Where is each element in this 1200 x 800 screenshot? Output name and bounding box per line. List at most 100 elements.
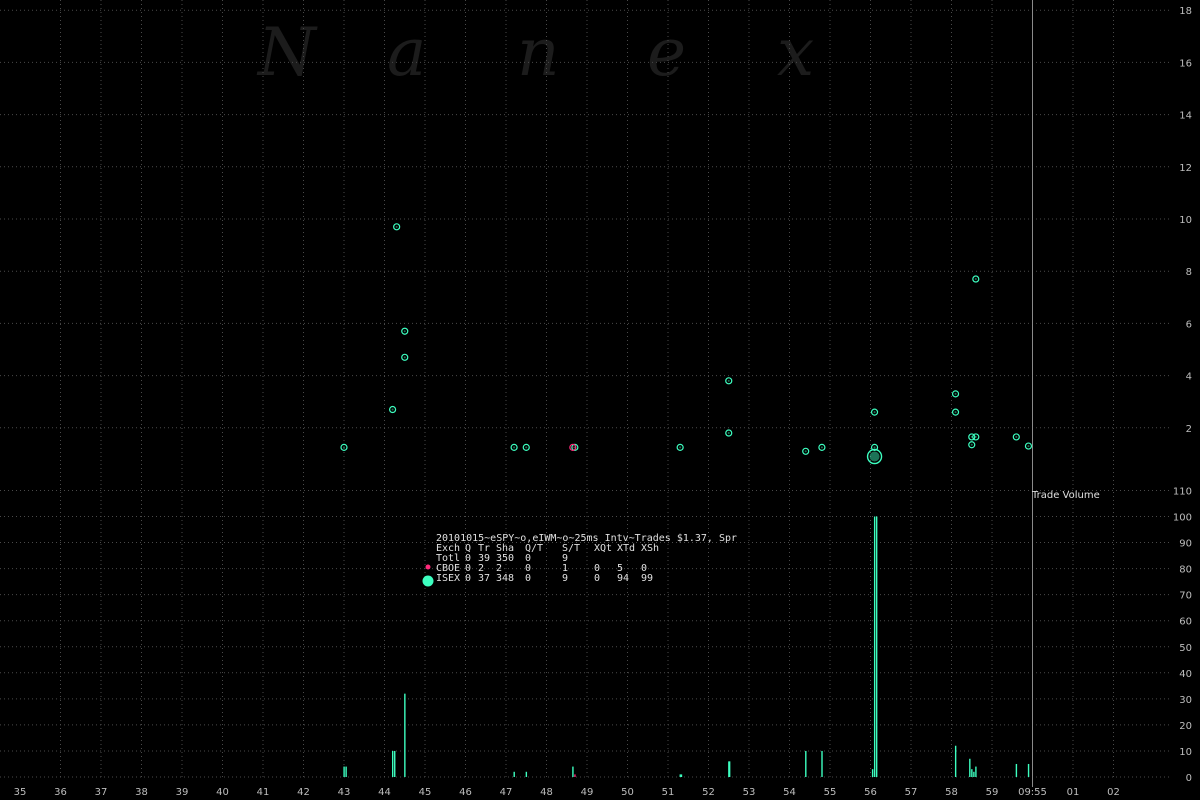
- stats-header-cell: XSh: [641, 543, 659, 554]
- trade-point-fill: [343, 446, 345, 449]
- volume-tick-label: 50: [1179, 643, 1192, 654]
- volume-bar: [1027, 763, 1030, 777]
- stats-cell: 0: [594, 573, 600, 584]
- grid: [0, 0, 1170, 778]
- x-tick-label: 01: [1067, 787, 1080, 798]
- volume-bar: [975, 766, 977, 777]
- volume-tick-label: 110: [1173, 486, 1192, 497]
- x-tick-label: 36: [54, 787, 67, 798]
- trade-point-fill: [513, 446, 516, 449]
- x-tick-label: 54: [783, 787, 796, 798]
- volume-bar: [345, 766, 347, 777]
- x-tick-label: 37: [95, 787, 108, 798]
- trade-point-fill: [954, 411, 957, 414]
- stats-panel: 20101015~eSPY~o,eIWM~o~25ms Intv~Trades …: [422, 533, 737, 587]
- volume-bar: [680, 774, 683, 777]
- watermark-letter: e: [647, 14, 686, 91]
- x-tick-label: 53: [743, 787, 756, 798]
- trade-point-fill: [873, 411, 876, 414]
- trade-point-fill: [727, 432, 730, 435]
- watermark-letter: a: [387, 14, 426, 91]
- y-tick-label: 4: [1186, 372, 1192, 383]
- x-tick-label: 51: [662, 787, 675, 798]
- x-tick-label: 48: [540, 787, 553, 798]
- x-tick-label: 58: [945, 787, 958, 798]
- trade-point-fill: [873, 446, 876, 449]
- volume-axis-label: Trade Volume: [1031, 490, 1100, 501]
- watermark-letter: x: [777, 14, 814, 91]
- y-tick-label: 6: [1186, 319, 1192, 330]
- y-tick-label: 16: [1179, 58, 1192, 69]
- x-tick-label: 40: [216, 787, 229, 798]
- y-tick-label: 14: [1179, 111, 1192, 122]
- trade-point-fill: [1027, 445, 1030, 448]
- trade-point-fill: [804, 450, 807, 453]
- volume-bar: [525, 771, 528, 777]
- y-tick-label: 12: [1179, 163, 1192, 174]
- trade-point-fill: [525, 446, 528, 449]
- x-tick-label: 41: [257, 787, 270, 798]
- x-tick-label: 35: [14, 787, 27, 798]
- x-tick-label: 09:55: [1018, 787, 1047, 798]
- stats-cell: 348: [496, 573, 514, 584]
- y-tick-label: 10: [1179, 215, 1192, 226]
- trade-point-fill: [403, 356, 406, 359]
- x-tick-label: 55: [824, 787, 837, 798]
- stats-row-marker: [422, 575, 434, 587]
- watermark: N a n e x: [256, 14, 814, 91]
- x-tick-label: 45: [419, 787, 432, 798]
- stats-row-marker: [425, 564, 431, 570]
- x-tick-label: 02: [1107, 787, 1120, 798]
- volume-tick-label: 90: [1179, 539, 1192, 550]
- trade-point-fill: [954, 392, 957, 395]
- x-tick-label: 39: [176, 787, 189, 798]
- trade-point-fill: [869, 451, 880, 462]
- trade-point-fill: [391, 408, 394, 411]
- trade-point-fill: [679, 446, 682, 449]
- volume-bar: [875, 516, 878, 777]
- x-tick-label: 44: [378, 787, 391, 798]
- volume-bar: [513, 771, 515, 777]
- trade-point-fill: [727, 379, 730, 382]
- stats-header-cell: XQt: [594, 543, 612, 554]
- trade-point-fill: [970, 443, 973, 446]
- volume-bar: [821, 750, 823, 777]
- volume-tick-label: 60: [1179, 617, 1192, 628]
- x-tick-label: 56: [864, 787, 877, 798]
- x-tick-label: 42: [297, 787, 310, 798]
- x-tick-label: 57: [905, 787, 918, 798]
- trade-point-fill: [974, 278, 977, 281]
- x-tick-label: 43: [338, 787, 351, 798]
- volume-tick-label: 70: [1179, 591, 1192, 602]
- volume-bar: [574, 774, 576, 777]
- trade-point-fill: [974, 435, 977, 438]
- volume-bar: [343, 766, 345, 777]
- x-tick-label: 49: [581, 787, 594, 798]
- stats-cell: 0: [525, 573, 531, 584]
- x-tick-label: 38: [135, 787, 148, 798]
- volume-bar: [679, 774, 681, 777]
- stats-cell: 37: [478, 573, 490, 584]
- volume-bar: [873, 516, 876, 777]
- x-tick-label: 59: [986, 787, 999, 798]
- x-tick-label: 46: [459, 787, 472, 798]
- trade-point-fill: [571, 446, 574, 449]
- volume-bar: [728, 761, 731, 777]
- trade-point-fill: [820, 446, 823, 449]
- axes: 35 36 37 38 39 40 41 42 43 44 45 46 47 48 49 50 51 52 53 54…: [14, 0, 1192, 798]
- x-tick-label: 47: [500, 787, 513, 798]
- nanex-trade-chart: N a n e x 35 36 37 38 39 40 41 42 43 44 45 46 47 48 49…: [0, 0, 1192, 798]
- x-tick-label: 52: [702, 787, 715, 798]
- volume-tick-label: 100: [1173, 513, 1192, 524]
- volume-bar: [404, 693, 406, 777]
- volume-bar: [871, 769, 874, 777]
- volume-tick-label: 80: [1179, 565, 1192, 576]
- volume-tick-label: 0: [1186, 773, 1192, 784]
- y-tick-label: 18: [1179, 6, 1192, 17]
- volume-tick-label: 40: [1179, 669, 1192, 680]
- volume-bar: [1015, 763, 1018, 777]
- y-tick-label: 8: [1186, 267, 1192, 278]
- volume-bar: [954, 745, 957, 777]
- stats-cell: ISEX: [436, 573, 460, 584]
- trade-point-fill: [403, 330, 406, 333]
